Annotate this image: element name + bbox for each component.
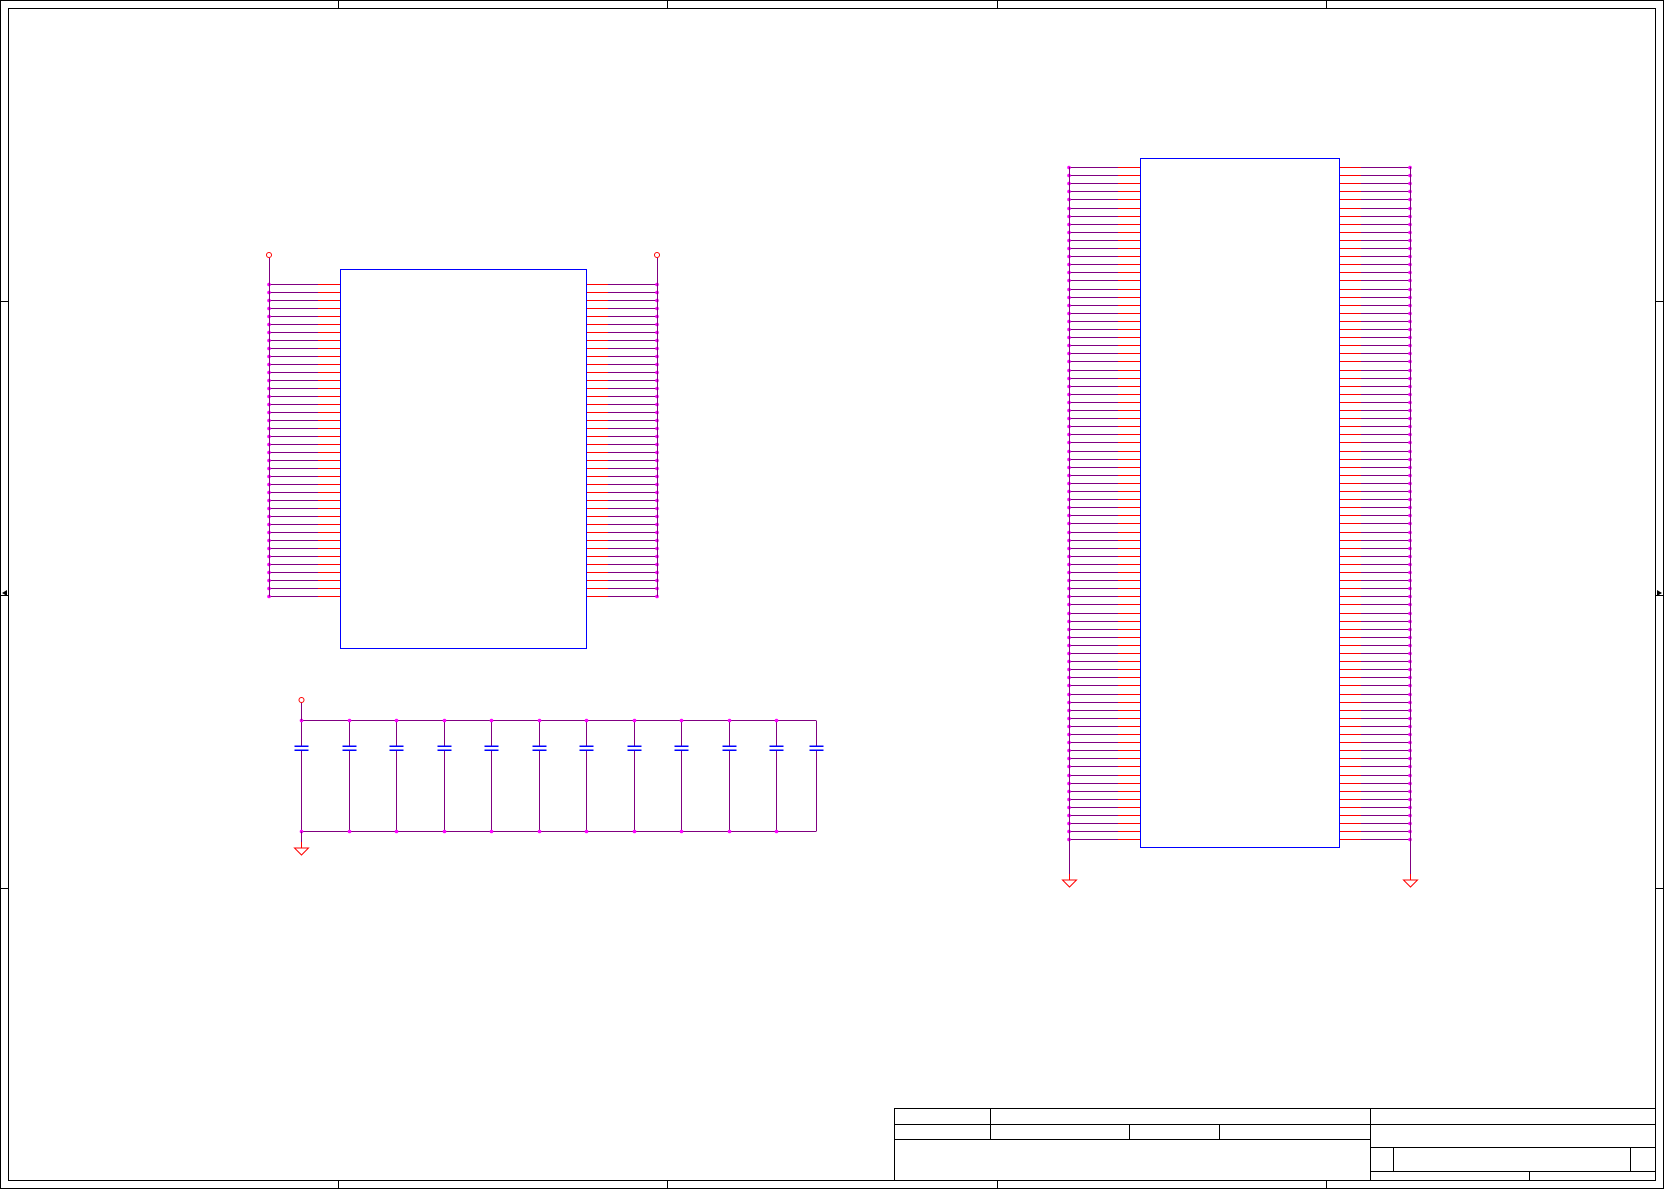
capacitor[interactable] — [532, 720, 547, 832]
capacitor[interactable] — [342, 720, 357, 832]
capacitor[interactable] — [294, 720, 309, 832]
junction-dot — [442, 829, 447, 834]
ground-icon — [1061, 874, 1078, 888]
ic-body[interactable] — [340, 269, 587, 649]
power-port-icon — [298, 697, 305, 703]
junction-dot — [727, 718, 732, 723]
ground-icon — [293, 842, 310, 856]
junction-dot — [584, 718, 589, 723]
junction-dot — [727, 829, 732, 834]
junction-dot — [774, 718, 779, 723]
capacitor[interactable] — [389, 720, 404, 832]
capacitor[interactable] — [437, 720, 452, 832]
capacitor[interactable] — [769, 720, 784, 832]
junction-dot — [537, 718, 542, 723]
junction-dot — [347, 718, 352, 723]
junction-dot — [584, 829, 589, 834]
junction-dot — [489, 718, 494, 723]
junction-dot — [394, 718, 399, 723]
junction-dot — [537, 829, 542, 834]
capacitor[interactable] — [627, 720, 642, 832]
junction-dot — [774, 829, 779, 834]
capacitor[interactable] — [674, 720, 689, 832]
sheet-frame — [0, 0, 1664, 1189]
power-port-icon — [654, 252, 660, 258]
title-block — [894, 1108, 1656, 1181]
ground-triangle — [293, 847, 310, 856]
title-block-frame — [894, 1108, 1656, 1181]
junction-dot — [679, 718, 684, 723]
outer-border — [0, 0, 1664, 1189]
junction-dot — [347, 829, 352, 834]
ground-icon — [1402, 874, 1419, 888]
junction-dot — [632, 829, 637, 834]
ground-triangle — [1061, 879, 1078, 888]
decoupling-capacitor-bank[interactable] — [293, 697, 824, 856]
schematic-sheet — [0, 0, 1664, 1189]
junction-dot — [679, 829, 684, 834]
junction-dot — [394, 829, 399, 834]
junction-dot — [489, 829, 494, 834]
connector-body[interactable] — [1140, 158, 1340, 848]
left-ic[interactable] — [266, 252, 660, 649]
junction-dot — [442, 718, 447, 723]
capacitor[interactable] — [484, 720, 499, 832]
power-port-icon — [266, 252, 272, 258]
capacitor[interactable] — [579, 720, 594, 832]
junction-dot — [632, 718, 637, 723]
ground-triangle — [1402, 879, 1419, 888]
capacitor[interactable] — [809, 720, 824, 832]
right-connector[interactable] — [1061, 158, 1419, 888]
capacitor[interactable] — [722, 720, 737, 832]
